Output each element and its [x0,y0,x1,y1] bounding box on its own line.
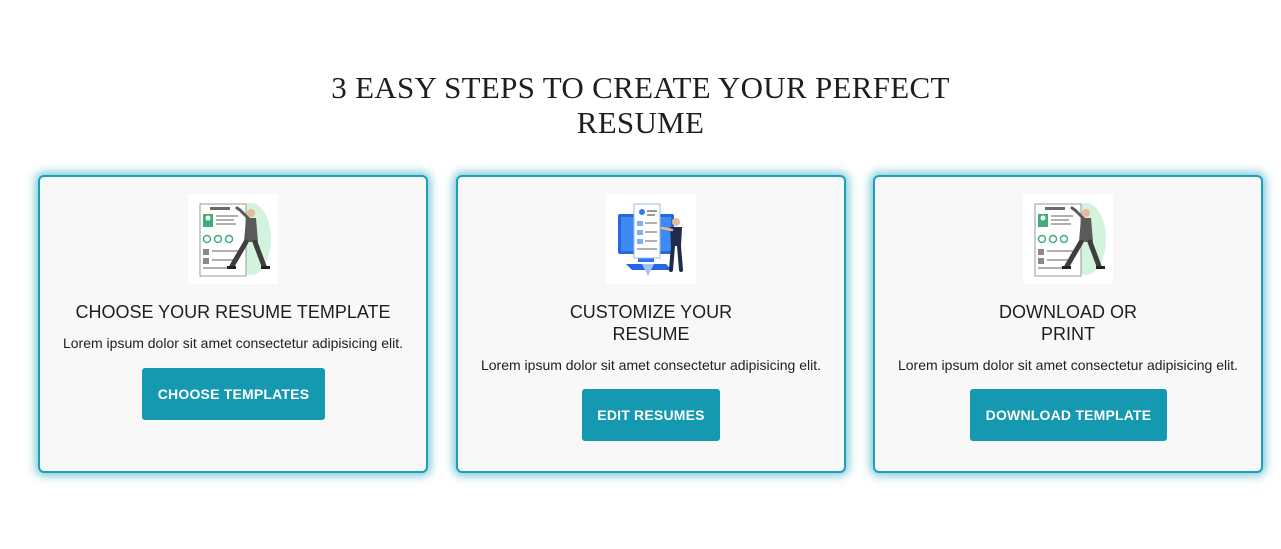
step-title-line: CHOOSE YOUR RESUME TEMPLATE [75,302,391,322]
step-title: CUSTOMIZE YOUR RESUME [468,301,834,345]
step-title: DOWNLOAD OR PRINT [885,301,1251,345]
resume-template-illustration-icon [1023,194,1113,284]
resume-template-illustration-icon [188,194,278,284]
step-title-line: CUSTOMIZE YOUR [569,302,733,322]
section-heading: 3 EASY STEPS TO CREATE YOUR PERFECT RESU… [0,70,1281,140]
section-heading-line: RESUME [576,105,705,140]
step-description: Lorem ipsum dolor sit amet consectetur a… [480,357,822,373]
customize-resume-illustration-icon [606,194,696,284]
step-title-line: RESUME [612,324,690,344]
choose-templates-button[interactable]: CHOOSE TEMPLATES [142,368,325,420]
edit-resumes-button[interactable]: EDIT RESUMES [582,389,720,441]
step-card-customize-resume: CUSTOMIZE YOUR RESUME Lorem ipsum dolor … [456,175,846,473]
step-description: Lorem ipsum dolor sit amet consectetur a… [62,335,404,351]
step-card-download-print: DOWNLOAD OR PRINT Lorem ipsum dolor sit … [873,175,1263,473]
step-card-choose-template: CHOOSE YOUR RESUME TEMPLATE Lorem ipsum … [38,175,428,473]
step-title: CHOOSE YOUR RESUME TEMPLATE [50,301,416,323]
step-description: Lorem ipsum dolor sit amet consectetur a… [897,357,1239,373]
steps-section: 3 EASY STEPS TO CREATE YOUR PERFECT RESU… [0,0,1281,549]
download-template-button[interactable]: DOWNLOAD TEMPLATE [970,389,1167,441]
step-title-line: DOWNLOAD OR [998,302,1137,322]
step-title-line: PRINT [1041,324,1095,344]
section-heading-line: 3 EASY STEPS TO CREATE YOUR PERFECT [331,70,950,105]
